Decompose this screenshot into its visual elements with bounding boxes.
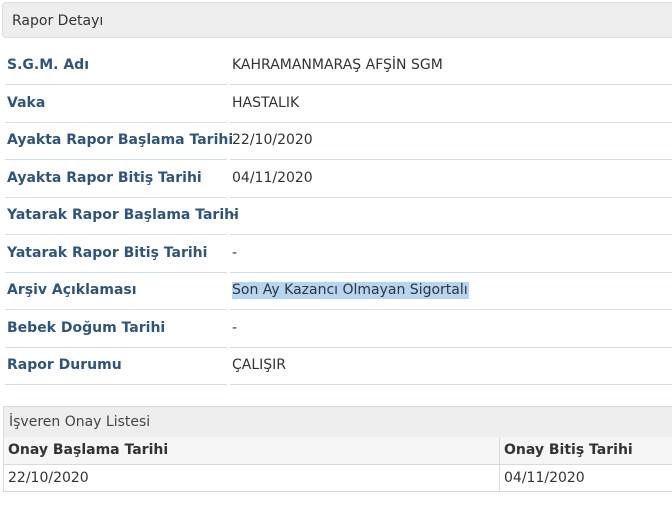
- detail-row-bebek: Bebek Doğum Tarihi -: [0, 310, 672, 348]
- cell-value: 04/11/2020: [504, 470, 585, 486]
- detail-label: Ayakta Rapor Bitiş Tarihi: [7, 170, 202, 186]
- detail-value: 22/10/2020: [232, 132, 313, 148]
- selected-text[interactable]: Son Ay Kazancı Olmayan Sigortalı: [232, 282, 469, 299]
- detail-value: -: [232, 320, 238, 336]
- report-detail-header: Rapor Detayı: [2, 2, 672, 38]
- detail-row-sgm: S.G.M. Adı KAHRAMANMARAŞ AFŞİN SGM: [0, 47, 672, 85]
- detail-label: Arşiv Açıklaması: [7, 282, 137, 298]
- detail-value: HASTALIK: [232, 95, 300, 111]
- column-header-label: Onay Bitiş Tarihi: [504, 442, 633, 458]
- detail-label: S.G.M. Adı: [7, 57, 89, 73]
- detail-value[interactable]: Son Ay Kazancı Olmayan Sigortalı: [232, 282, 469, 299]
- detail-label: Rapor Durumu: [7, 357, 122, 373]
- approval-table-header: İşveren Onay Listesi: [4, 407, 672, 438]
- detail-label: Bebek Doğum Tarihi: [7, 320, 166, 336]
- detail-row-vaka: Vaka HASTALIK: [0, 85, 672, 123]
- divider: [230, 384, 672, 385]
- table-cell: 04/11/2020: [500, 465, 672, 492]
- divider: [5, 384, 227, 385]
- detail-row-ayakta-end: Ayakta Rapor Bitiş Tarihi 04/11/2020: [0, 160, 672, 198]
- detail-value: KAHRAMANMARAŞ AFŞİN SGM: [232, 57, 443, 73]
- detail-label: Vaka: [7, 95, 46, 111]
- approval-table: İşveren Onay Listesi Onay Başlama Tarihi…: [3, 406, 672, 492]
- detail-label: Yatarak Rapor Başlama Tarihi: [7, 207, 239, 223]
- detail-row-ayakta-start: Ayakta Rapor Başlama Tarihi 22/10/2020: [0, 122, 672, 160]
- cell-value: 22/10/2020: [8, 470, 89, 486]
- column-header-label: Onay Başlama Tarihi: [8, 442, 169, 458]
- detail-row-arsiv: Arşiv Açıklaması Son Ay Kazancı Olmayan …: [0, 272, 672, 310]
- column-header-end[interactable]: Onay Bitiş Tarihi: [500, 437, 672, 465]
- detail-label: Ayakta Rapor Başlama Tarihi: [7, 132, 234, 148]
- panel-title: Rapor Detayı: [12, 13, 104, 29]
- detail-label: Yatarak Rapor Bitiş Tarihi: [7, 245, 208, 261]
- column-header-start[interactable]: Onay Başlama Tarihi: [4, 437, 499, 465]
- detail-value: -: [232, 207, 238, 223]
- detail-row-yatarak-start: Yatarak Rapor Başlama Tarihi -: [0, 197, 672, 235]
- detail-row-durum: Rapor Durumu ÇALIŞIR: [0, 347, 672, 385]
- detail-value: ÇALIŞIR: [232, 357, 287, 373]
- detail-value: 04/11/2020: [232, 170, 313, 186]
- approval-table-title: İşveren Onay Listesi: [9, 414, 151, 430]
- detail-value: -: [232, 245, 238, 261]
- table-cell: 22/10/2020: [4, 465, 499, 492]
- detail-row-yatarak-end: Yatarak Rapor Bitiş Tarihi -: [0, 235, 672, 273]
